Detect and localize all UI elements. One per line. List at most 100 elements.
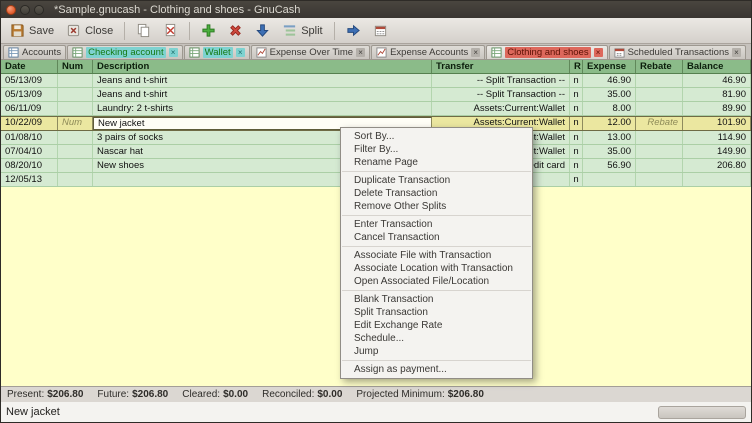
menu-item-jump[interactable]: Jump [341,345,532,358]
tab-expense-over-time[interactable]: Expense Over Time [251,45,370,59]
cell-expense[interactable] [583,173,636,186]
menu-item-blank-transaction[interactable]: Blank Transaction [341,293,532,306]
menu-item-rename-page[interactable]: Rename Page [341,156,532,169]
cell-description[interactable]: Laundry: 2 t-shirts [93,102,432,115]
menu-item-associate-file[interactable]: Associate File with Transaction [341,249,532,262]
cell-date[interactable]: 10/22/09 [1,117,58,130]
cell-num[interactable] [58,145,93,158]
cell-rebate[interactable] [636,131,683,144]
cell-date[interactable]: 05/13/09 [1,74,58,87]
cell-reconciled[interactable]: n [570,117,583,130]
cell-expense[interactable]: 8.00 [583,102,636,115]
cell-num[interactable] [58,173,93,186]
cell-balance[interactable]: 206.80 [683,159,751,172]
cell-balance[interactable]: 114.90 [683,131,751,144]
cell-reconciled[interactable]: n [570,173,583,186]
cell-transfer[interactable]: -- Split Transaction -- [432,88,570,101]
cell-transfer[interactable]: -- Split Transaction -- [432,74,570,87]
cell-num[interactable] [58,159,93,172]
duplicate-transaction-button[interactable] [131,21,156,40]
cell-expense[interactable]: 35.00 [583,145,636,158]
cell-reconciled[interactable]: n [570,131,583,144]
cell-rebate[interactable] [636,102,683,115]
cell-num[interactable] [58,74,93,87]
cell-date[interactable]: 07/04/10 [1,145,58,158]
cell-rebate[interactable] [636,74,683,87]
blank-transaction-button[interactable] [250,21,275,40]
tab-expense-accounts[interactable]: Expense Accounts [371,45,485,59]
cell-balance[interactable]: 81.90 [683,88,751,101]
cell-reconciled[interactable]: n [570,88,583,101]
menu-item-sort-by[interactable]: Sort By... [341,130,532,143]
cell-rebate[interactable] [636,145,683,158]
cell-num[interactable] [58,88,93,101]
table-row[interactable]: 05/13/09 Jeans and t-shirt -- Split Tran… [1,88,751,102]
table-row[interactable]: 06/11/09 Laundry: 2 t-shirts Assets:Curr… [1,102,751,116]
cell-num[interactable] [58,102,93,115]
save-button[interactable]: Save [5,21,59,40]
cancel-transaction-button[interactable] [223,21,248,40]
schedule-button[interactable] [368,21,393,40]
cell-num[interactable] [58,131,93,144]
tab-close-icon[interactable] [471,48,480,57]
cell-reconciled[interactable]: n [570,102,583,115]
cell-date[interactable]: 06/11/09 [1,102,58,115]
enter-transaction-button[interactable] [196,21,221,40]
tab-close-icon[interactable] [594,48,603,57]
titlebar[interactable]: *Sample.gnucash - Clothing and shoes - G… [1,1,751,18]
jump-button[interactable] [341,21,366,40]
cell-balance[interactable]: 89.90 [683,102,751,115]
menu-item-delete-transaction[interactable]: Delete Transaction [341,187,532,200]
cell-description[interactable]: Jeans and t-shirt [93,88,432,101]
cell-date[interactable]: 01/08/10 [1,131,58,144]
tab-accounts[interactable]: Accounts [3,45,66,59]
tab-checking-account[interactable]: Checking account [67,45,183,59]
close-button[interactable]: Close [61,21,118,40]
tab-close-icon[interactable] [732,48,741,57]
cell-date[interactable]: 12/05/13 [1,173,58,186]
cell-num-placeholder[interactable]: Num [58,117,93,130]
window-maximize-button[interactable] [34,5,44,15]
tab-wallet[interactable]: Wallet [184,45,250,59]
tab-close-icon[interactable] [169,48,178,57]
delete-transaction-button[interactable] [158,21,183,40]
cell-date[interactable]: 05/13/09 [1,88,58,101]
cell-balance[interactable]: 101.90 [683,117,751,130]
menu-item-edit-exchange-rate[interactable]: Edit Exchange Rate [341,319,532,332]
table-row[interactable]: 05/13/09 Jeans and t-shirt -- Split Tran… [1,74,751,88]
cell-balance[interactable]: 46.90 [683,74,751,87]
tab-close-icon[interactable] [236,48,245,57]
menu-item-remove-other-splits[interactable]: Remove Other Splits [341,200,532,213]
menu-item-schedule[interactable]: Schedule... [341,332,532,345]
cell-transfer[interactable]: Assets:Current:Wallet [432,102,570,115]
menu-item-enter-transaction[interactable]: Enter Transaction [341,218,532,231]
window-close-button[interactable] [6,5,16,15]
cell-description[interactable]: Jeans and t-shirt [93,74,432,87]
cell-reconciled[interactable]: n [570,159,583,172]
cell-balance[interactable]: 149.90 [683,145,751,158]
cell-rebate-placeholder[interactable]: Rebate [636,117,683,130]
tab-clothing-and-shoes[interactable]: Clothing and shoes [486,45,607,59]
cell-rebate[interactable] [636,88,683,101]
menu-item-duplicate-transaction[interactable]: Duplicate Transaction [341,174,532,187]
cell-expense[interactable]: 56.90 [583,159,636,172]
menu-item-split-transaction[interactable]: Split Transaction [341,306,532,319]
tab-close-icon[interactable] [356,48,365,57]
cell-date[interactable]: 08/20/10 [1,159,58,172]
cell-reconciled[interactable]: n [570,74,583,87]
window-minimize-button[interactable] [20,5,30,15]
menu-item-assign-as-payment[interactable]: Assign as payment... [341,363,532,376]
menu-item-open-associated[interactable]: Open Associated File/Location [341,275,532,288]
menu-item-cancel-transaction[interactable]: Cancel Transaction [341,231,532,244]
cell-expense[interactable]: 35.00 [583,88,636,101]
cell-rebate[interactable] [636,173,683,186]
cell-expense[interactable]: 46.90 [583,74,636,87]
menu-item-associate-location[interactable]: Associate Location with Transaction [341,262,532,275]
menu-item-filter-by[interactable]: Filter By... [341,143,532,156]
cell-expense[interactable]: 12.00 [583,117,636,130]
cell-rebate[interactable] [636,159,683,172]
split-button[interactable]: Split [277,21,327,40]
tab-scheduled-transactions[interactable]: Scheduled Transactions [609,45,746,59]
cell-reconciled[interactable]: n [570,145,583,158]
cell-expense[interactable]: 13.00 [583,131,636,144]
